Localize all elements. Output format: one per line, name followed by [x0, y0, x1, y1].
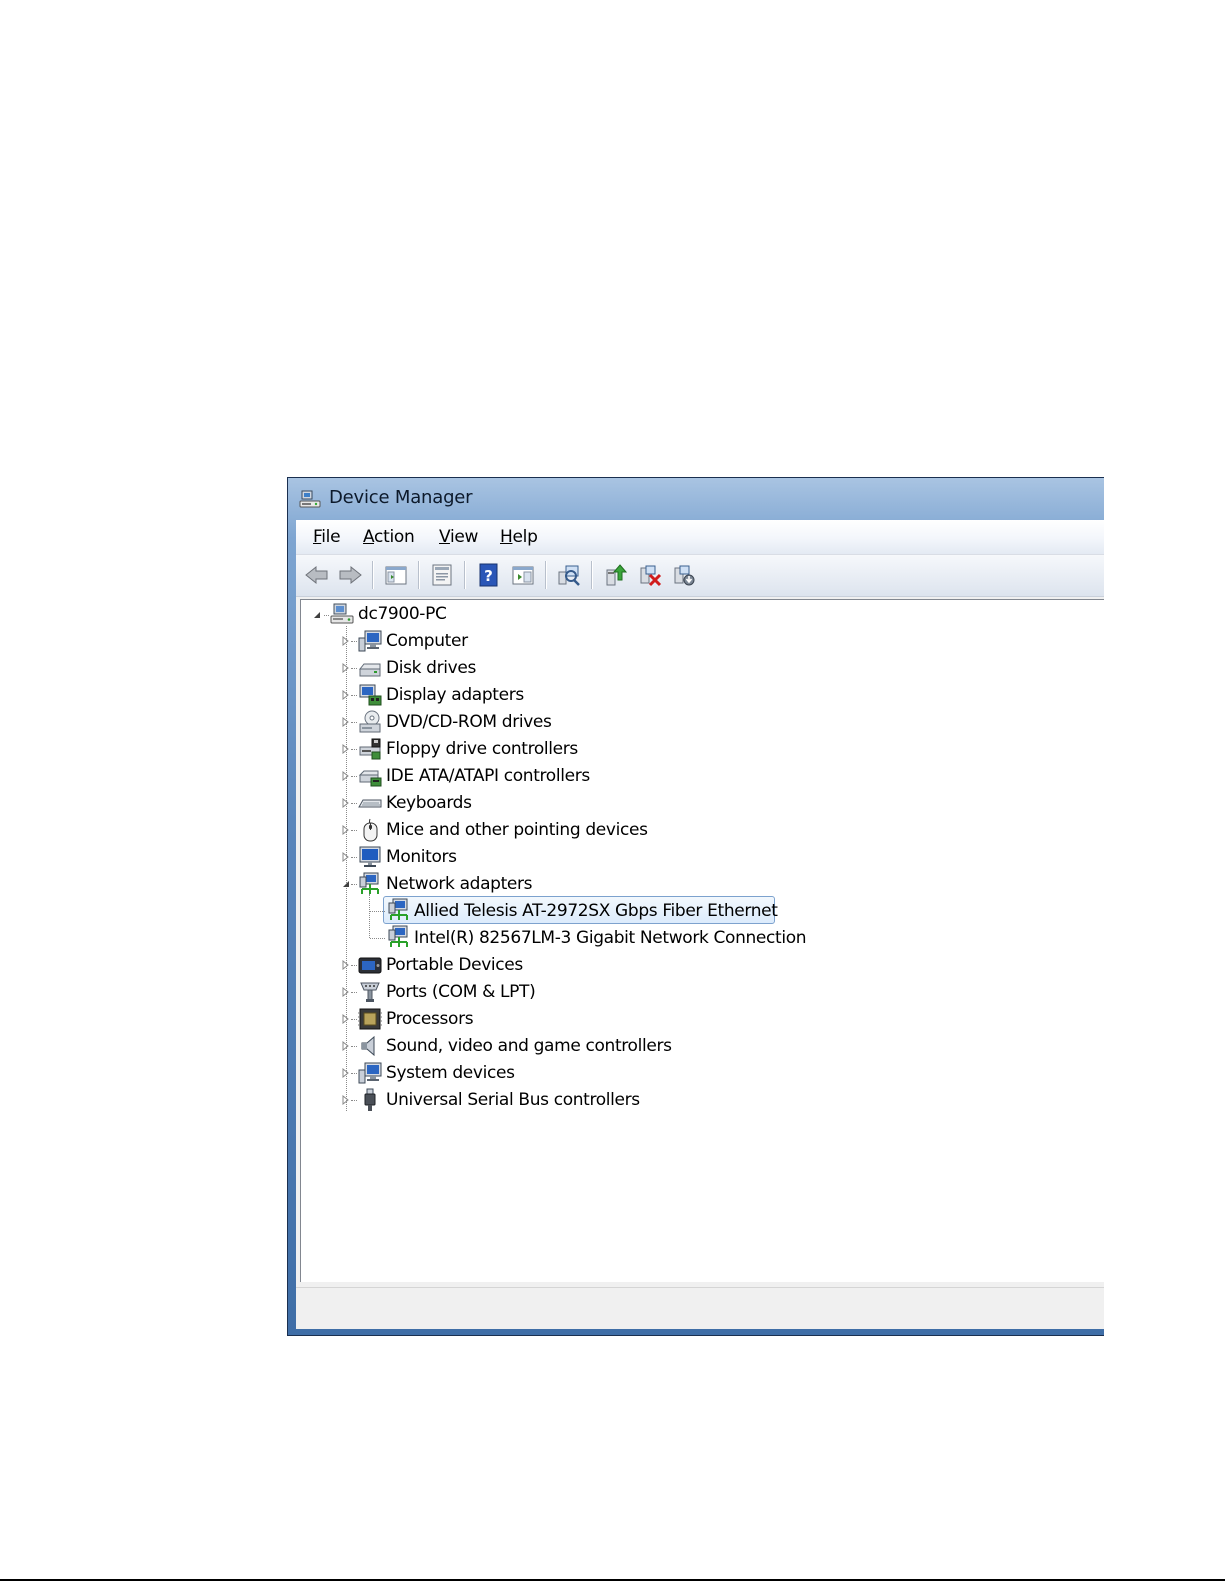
expand-triangle-icon[interactable]	[341, 1068, 351, 1078]
collapse-triangle-icon[interactable]	[312, 610, 322, 620]
tree-node-ports[interactable]: Ports (COM & LPT)	[301, 979, 801, 1005]
processor-icon	[358, 1007, 382, 1031]
floppy-controller-icon	[358, 737, 382, 761]
monitor-icon	[358, 845, 382, 869]
tree-node-allied-telesis[interactable]: Allied Telesis AT-2972SX Gbps Fiber Ethe…	[301, 898, 901, 924]
device-manager-icon	[299, 488, 321, 510]
page-bottom-rule	[0, 1579, 1225, 1581]
toolbar-separator	[545, 561, 547, 589]
collapse-triangle-icon[interactable]	[341, 879, 351, 889]
computer-network-icon	[330, 602, 354, 626]
expand-triangle-icon[interactable]	[341, 1014, 351, 1024]
tree-node-display-adapters[interactable]: Display adapters	[301, 682, 801, 708]
menu-help[interactable]: Help	[500, 527, 538, 547]
tree-node-floppy-controllers[interactable]: Floppy drive controllers	[301, 736, 801, 762]
network-adapter-icon	[387, 925, 411, 949]
show-hide-tree-icon[interactable]	[383, 562, 409, 588]
menu-action[interactable]: Action	[363, 527, 415, 547]
show-hide-action-pane-icon[interactable]	[510, 562, 536, 588]
tree-node-monitors[interactable]: Monitors	[301, 844, 801, 870]
toolbar-separator	[418, 561, 420, 589]
expand-triangle-icon[interactable]	[341, 852, 351, 862]
tree-node-root[interactable]: dc7900-PC	[301, 601, 801, 627]
forward-arrow-icon[interactable]	[337, 562, 363, 588]
uninstall-icon[interactable]	[637, 562, 663, 588]
disk-drive-icon	[358, 656, 382, 680]
svg-text:?: ?	[484, 567, 493, 585]
keyboard-icon	[358, 791, 382, 815]
expand-triangle-icon[interactable]	[341, 987, 351, 997]
menu-file[interactable]: File	[313, 527, 341, 547]
port-icon	[358, 980, 382, 1004]
expand-triangle-icon[interactable]	[341, 744, 351, 754]
tree-node-portable-devices[interactable]: Portable Devices	[301, 952, 801, 978]
tree-node-usb-controllers[interactable]: Universal Serial Bus controllers	[301, 1087, 801, 1113]
tree-node-keyboards[interactable]: Keyboards	[301, 790, 801, 816]
properties-icon[interactable]	[429, 562, 455, 588]
expand-triangle-icon[interactable]	[341, 771, 351, 781]
help-icon[interactable]: ?	[476, 562, 502, 588]
portable-device-icon	[358, 953, 382, 977]
network-adapter-icon	[358, 872, 382, 896]
ide-controller-icon	[358, 764, 382, 788]
computer-icon	[358, 629, 382, 653]
mouse-icon	[358, 818, 382, 842]
network-adapter-icon	[387, 898, 411, 922]
expand-triangle-icon[interactable]	[341, 960, 351, 970]
speaker-icon	[358, 1034, 382, 1058]
tree-node-network-adapters[interactable]: Network adapters	[301, 871, 901, 897]
expand-triangle-icon[interactable]	[341, 798, 351, 808]
expand-triangle-icon[interactable]	[341, 825, 351, 835]
scan-hardware-icon[interactable]	[556, 562, 582, 588]
expand-triangle-icon[interactable]	[341, 1095, 351, 1105]
status-bar	[296, 1287, 1104, 1329]
tree-node-sound[interactable]: Sound, video and game controllers	[301, 1033, 801, 1059]
tree-node-computer[interactable]: Computer	[301, 628, 801, 654]
update-driver-icon[interactable]	[603, 562, 629, 588]
menu-bar: File Action View Help	[296, 520, 1104, 555]
tree-node-mice[interactable]: Mice and other pointing devices	[301, 817, 801, 843]
menu-view[interactable]: View	[439, 527, 478, 547]
dvd-drive-icon	[358, 710, 382, 734]
disable-device-icon[interactable]	[671, 562, 697, 588]
window-client: File Action View Help ? dc7900-PC Comput…	[296, 520, 1104, 1329]
window-title: Device Manager	[329, 487, 473, 508]
expand-triangle-icon[interactable]	[341, 717, 351, 727]
tree-node-dvd-drives[interactable]: DVD/CD-ROM drives	[301, 709, 801, 735]
tree-node-system-devices[interactable]: System devices	[301, 1060, 801, 1086]
display-adapter-icon	[358, 683, 382, 707]
expand-triangle-icon[interactable]	[341, 690, 351, 700]
usb-icon	[358, 1088, 382, 1112]
toolbar: ?	[296, 555, 1104, 597]
tree-node-processors[interactable]: Processors	[301, 1006, 801, 1032]
back-arrow-icon[interactable]	[304, 562, 330, 588]
tree-node-intel-gigabit[interactable]: Intel(R) 82567LM-3 Gigabit Network Conne…	[301, 925, 901, 951]
toolbar-separator	[372, 561, 374, 589]
device-manager-window: Device Manager File Action View Help ? d…	[287, 477, 1104, 1336]
toolbar-separator	[464, 561, 466, 589]
tree-node-disk-drives[interactable]: Disk drives	[301, 655, 801, 681]
expand-triangle-icon[interactable]	[341, 663, 351, 673]
toolbar-separator	[591, 561, 593, 589]
system-device-icon	[358, 1061, 382, 1085]
expand-triangle-icon[interactable]	[341, 1041, 351, 1051]
device-tree[interactable]: dc7900-PC Computer Disk drives Display a…	[300, 599, 1104, 1282]
expand-triangle-icon[interactable]	[341, 636, 351, 646]
title-bar[interactable]: Device Manager	[288, 478, 1104, 520]
tree-node-ide-controllers[interactable]: IDE ATA/ATAPI controllers	[301, 763, 801, 789]
